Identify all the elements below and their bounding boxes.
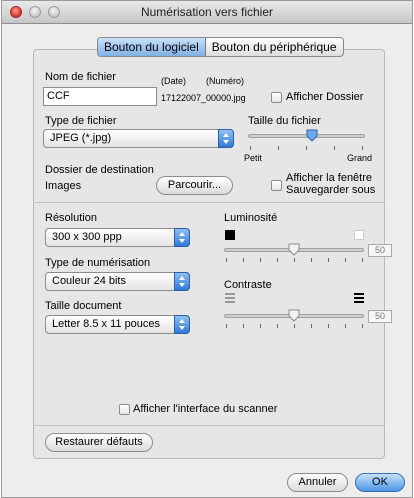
resolution-value: 300 x 300 ppp	[52, 231, 122, 243]
file-size-min-label: Petit	[244, 153, 263, 163]
show-save-as-label: Afficher la fenêtre Sauvegarder sous	[286, 172, 376, 196]
destination-value: Images	[45, 180, 82, 192]
tab-device-button[interactable]: Bouton du périphérique	[206, 38, 343, 56]
scan-type-label: Type de numérisation	[45, 257, 151, 269]
settings-panel	[33, 49, 385, 459]
file-size-max-label: Grand	[347, 153, 373, 163]
show-scanner-interface-label: Afficher l'interface du scanner	[133, 403, 278, 415]
ok-button[interactable]: OK	[355, 473, 405, 492]
resolution-select[interactable]: 300 x 300 ppp	[45, 228, 190, 247]
window-title: Numérisation vers fichier	[140, 5, 274, 19]
brightness-ticks	[226, 258, 363, 262]
dark-swatch-icon	[225, 230, 235, 240]
brightness-slider-thumb[interactable]	[288, 243, 300, 256]
brightness-value[interactable]: 50	[368, 244, 392, 257]
destination-label: Dossier de destination	[45, 164, 154, 176]
file-type-value: JPEG (*.jpg)	[50, 132, 112, 144]
dialog-window: Numérisation vers fichier Bouton du logi…	[1, 0, 413, 498]
show-folder-label: Afficher Dossier	[286, 91, 364, 103]
file-size-slider-thumb[interactable]	[306, 129, 318, 142]
popup-arrow-icon	[218, 129, 234, 148]
generated-file-name: 17122007_00000.jpg	[161, 93, 246, 103]
popup-arrow-icon	[174, 272, 190, 291]
show-scanner-interface-checkbox[interactable]	[119, 404, 130, 415]
divider	[33, 425, 385, 426]
file-size-label: Taille du fichier	[248, 115, 321, 127]
browse-button[interactable]: Parcourir...	[156, 176, 233, 195]
contrast-label: Contraste	[224, 279, 272, 291]
show-folder-checkbox[interactable]	[271, 92, 282, 103]
low-contrast-icon	[225, 293, 235, 303]
brightness-label: Luminosité	[224, 212, 278, 224]
show-save-as-checkbox[interactable]	[271, 180, 282, 191]
file-type-select[interactable]: JPEG (*.jpg)	[43, 129, 234, 148]
scan-type-select[interactable]: Couleur 24 bits	[45, 272, 190, 291]
document-size-value: Letter 8.5 x 11 pouces	[52, 318, 161, 330]
file-name-label: Nom de fichier	[45, 71, 116, 83]
document-size-select[interactable]: Letter 8.5 x 11 pouces	[45, 315, 190, 334]
popup-arrow-icon	[174, 228, 190, 247]
contrast-value[interactable]: 50	[368, 310, 392, 323]
title-bar: Numérisation vers fichier	[2, 1, 412, 24]
number-label: (Numéro)	[206, 76, 245, 86]
file-name-input[interactable]: CCF	[43, 87, 157, 106]
divider	[33, 202, 385, 203]
restore-defaults-button[interactable]: Restaurer défauts	[45, 433, 153, 452]
document-size-label: Taille document	[45, 300, 122, 312]
light-swatch-icon	[354, 230, 364, 240]
popup-arrow-icon	[174, 315, 190, 334]
contrast-slider-thumb[interactable]	[288, 309, 300, 322]
tab-control: Bouton du logiciel Bouton du périphériqu…	[97, 37, 344, 57]
resolution-label: Résolution	[45, 212, 97, 224]
high-contrast-icon	[354, 293, 364, 303]
scan-type-value: Couleur 24 bits	[52, 275, 126, 287]
date-label: (Date)	[161, 76, 187, 86]
tab-software-button[interactable]: Bouton du logiciel	[98, 38, 206, 56]
contrast-ticks	[226, 324, 363, 328]
file-type-label: Type de fichier	[45, 115, 117, 127]
file-size-ticks	[250, 146, 363, 150]
cancel-button[interactable]: Annuler	[287, 473, 348, 492]
